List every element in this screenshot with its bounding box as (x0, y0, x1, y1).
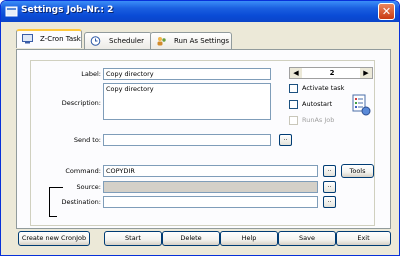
client-area: Z-Cron Task Scheduler Run As Settings La… (4, 22, 396, 254)
tab-z-cron-task-label: Z-Cron Task (40, 35, 81, 43)
job-number: 2 (329, 69, 335, 77)
task-groupbox: Label: Copy directory ◀ 2 ▶ Description:… (30, 60, 375, 226)
command-input[interactable]: COPYDIR (103, 165, 318, 177)
task-list-icon (352, 94, 371, 116)
label-input[interactable]: Copy directory (103, 68, 271, 80)
create-new-cronjob-button[interactable]: Create new CronJob (18, 231, 90, 246)
tab-z-cron-task[interactable]: Z-Cron Task (16, 29, 82, 48)
description-textarea[interactable]: Copy directory (103, 83, 271, 120)
source-browse-button[interactable]: .. (323, 181, 336, 193)
monitor-icon (22, 34, 33, 44)
tools-button[interactable]: Tools (341, 164, 374, 178)
tab-panel: Label: Copy directory ◀ 2 ▶ Description:… (16, 49, 391, 229)
clock-icon (90, 36, 101, 46)
bracket-bottom-line (49, 216, 57, 217)
description-caption: Description: (61, 99, 101, 107)
tab-scheduler-label: Scheduler (109, 37, 145, 45)
autostart-checkbox[interactable] (289, 100, 298, 109)
command-caption: Command: (65, 167, 101, 175)
destination-input[interactable] (103, 196, 318, 208)
label-caption: Label: (81, 70, 101, 78)
start-button[interactable]: Start (104, 231, 162, 246)
tab-run-as-settings-label: Run As Settings (174, 37, 230, 45)
settings-window: Settings Job-Nr.: 2 ✕ Z-Cron Task Schedu… (0, 0, 400, 256)
tab-run-as-settings[interactable]: Run As Settings (150, 32, 232, 49)
window-title: Settings Job-Nr.: 2 (21, 5, 114, 15)
send-to-caption: Send to: (73, 136, 101, 144)
close-icon: ✕ (381, 5, 392, 18)
source-caption: Source: (76, 183, 101, 191)
run-as-job-label: RunAs Job (302, 116, 335, 124)
delete-button[interactable]: Delete (162, 231, 220, 246)
source-input[interactable] (103, 181, 318, 193)
next-job-button[interactable]: ▶ (360, 68, 372, 78)
arrow-left-icon: ◀ (293, 69, 299, 77)
run-as-job-checkbox (289, 116, 298, 125)
send-to-browse-button[interactable]: .. (279, 134, 292, 146)
users-icon (157, 37, 166, 46)
command-browse-button[interactable]: .. (323, 165, 336, 177)
exit-button[interactable]: Exit (336, 231, 391, 246)
prev-job-button[interactable]: ◀ (290, 68, 302, 78)
app-icon (5, 6, 18, 17)
activate-task-label[interactable]: Activate task (302, 84, 344, 92)
close-button[interactable]: ✕ (378, 3, 395, 20)
activate-task-checkbox[interactable] (289, 84, 298, 93)
destination-caption: Destination: (61, 198, 102, 206)
tab-scheduler[interactable]: Scheduler (84, 32, 152, 49)
save-button[interactable]: Save (278, 231, 336, 246)
help-button[interactable]: Help (220, 231, 278, 246)
autostart-label[interactable]: Autostart (302, 100, 332, 108)
destination-browse-button[interactable]: .. (323, 196, 336, 208)
job-pager: ◀ 2 ▶ (289, 67, 373, 79)
title-bar[interactable]: Settings Job-Nr.: 2 ✕ (1, 1, 399, 22)
send-to-input[interactable] (103, 134, 271, 146)
arrow-right-icon: ▶ (363, 69, 369, 77)
